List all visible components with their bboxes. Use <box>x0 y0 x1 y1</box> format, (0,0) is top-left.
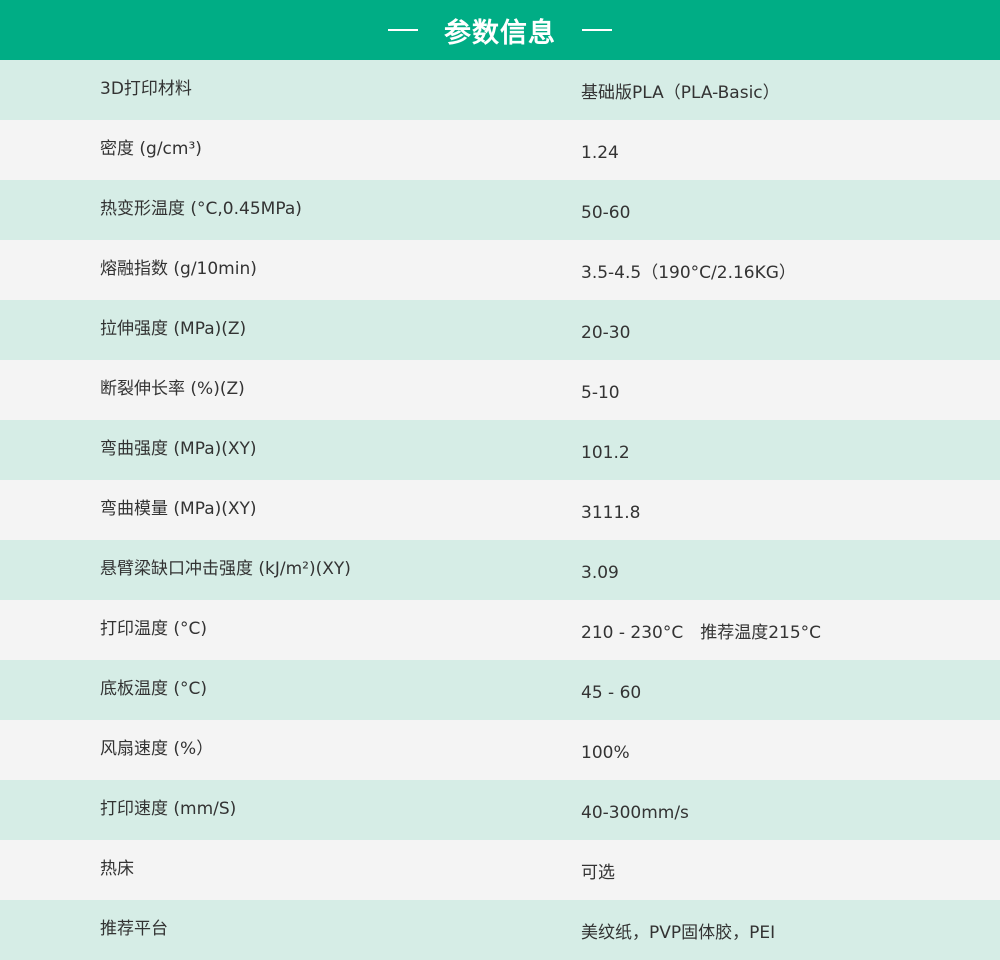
row-value: 20-30 <box>581 323 631 343</box>
row-value: 3.09 <box>581 563 619 583</box>
row-label: 3D打印材料 <box>100 79 192 99</box>
table-row: 拉伸强度 (MPa)(Z) 20-30 <box>0 300 1000 360</box>
row-label: 打印温度 (°C) <box>100 619 208 639</box>
row-value: 100% <box>581 743 630 763</box>
row-label: 热变形温度 (°C,0.45MPa) <box>100 199 302 219</box>
table-row: 热床 可选 <box>0 840 1000 900</box>
table-row: 风扇速度 (%） 100% <box>0 720 1000 780</box>
table-row: 密度 (g/cm³) 1.24 <box>0 120 1000 180</box>
table-row: 弯曲模量 (MPa)(XY) 3111.8 <box>0 480 1000 540</box>
table-row: 断裂伸长率 (%)(Z) 5-10 <box>0 360 1000 420</box>
row-value: 可选 <box>581 863 615 883</box>
section-title: 参数信息 <box>444 17 556 49</box>
table-row: 熔融指数 (g/10min) 3.5-4.5（190°C/2.16KG） <box>0 240 1000 300</box>
row-value: 210 - 230°C 推荐温度215°C <box>581 623 822 643</box>
row-value: 基础版PLA（PLA-Basic） <box>581 83 780 103</box>
row-value: 101.2 <box>581 443 630 463</box>
row-label: 风扇速度 (%） <box>100 739 214 759</box>
table-row: 底板温度 (°C) 45 - 60 <box>0 660 1000 720</box>
table-row: 打印温度 (°C) 210 - 230°C 推荐温度215°C <box>0 600 1000 660</box>
row-value: 美纹纸，PVP固体胶，PEI <box>581 923 776 943</box>
row-value: 45 - 60 <box>581 683 642 703</box>
row-value: 5-10 <box>581 383 620 403</box>
row-value: 40-300mm/s <box>581 803 689 823</box>
table-row: 打印速度 (mm/S) 40-300mm/s <box>0 780 1000 840</box>
header-right-dash <box>582 29 612 31</box>
row-label: 悬臂梁缺口冲击强度 (kJ/m²)(XY) <box>100 559 351 579</box>
row-label: 底板温度 (°C) <box>100 679 208 699</box>
parameter-table: 3D打印材料 基础版PLA（PLA-Basic） 密度 (g/cm³) 1.24… <box>0 60 1000 960</box>
row-value: 1.24 <box>581 143 619 163</box>
section-header: 参数信息 <box>0 0 1000 60</box>
row-label: 打印速度 (mm/S) <box>100 799 237 819</box>
row-label: 弯曲强度 (MPa)(XY) <box>100 439 257 459</box>
row-label: 弯曲模量 (MPa)(XY) <box>100 499 257 519</box>
row-label: 热床 <box>100 859 134 879</box>
row-value: 50-60 <box>581 203 631 223</box>
row-label: 断裂伸长率 (%)(Z) <box>100 379 245 399</box>
row-label: 熔融指数 (g/10min) <box>100 259 257 279</box>
table-row: 弯曲强度 (MPa)(XY) 101.2 <box>0 420 1000 480</box>
table-row: 3D打印材料 基础版PLA（PLA-Basic） <box>0 60 1000 120</box>
table-row: 推荐平台 美纹纸，PVP固体胶，PEI <box>0 900 1000 960</box>
table-row: 热变形温度 (°C,0.45MPa) 50-60 <box>0 180 1000 240</box>
row-label: 拉伸强度 (MPa)(Z) <box>100 319 247 339</box>
row-value: 3111.8 <box>581 503 641 523</box>
row-value: 3.5-4.5（190°C/2.16KG） <box>581 263 796 283</box>
row-label: 密度 (g/cm³) <box>100 139 202 159</box>
header-left-dash <box>388 29 418 31</box>
table-row: 悬臂梁缺口冲击强度 (kJ/m²)(XY) 3.09 <box>0 540 1000 600</box>
row-label: 推荐平台 <box>100 919 168 939</box>
